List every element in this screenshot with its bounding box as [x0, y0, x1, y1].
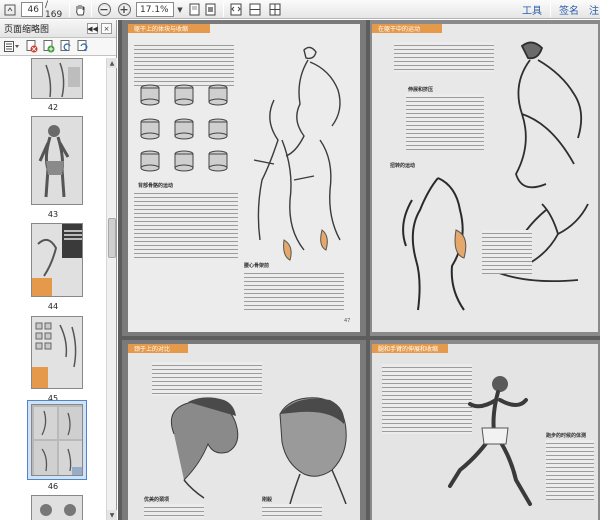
thumbnail-toolbar [0, 38, 116, 56]
head-sketch-right [279, 397, 347, 504]
runner-sketch [448, 376, 532, 506]
text-block [482, 230, 532, 274]
page-thumbnail-selected[interactable] [31, 404, 83, 476]
zoom-out-button[interactable]: − [97, 2, 111, 17]
fit-width-icon[interactable] [203, 2, 217, 17]
tools-menu[interactable]: 工具 [519, 2, 545, 17]
sign-menu[interactable]: 签名 [556, 2, 582, 17]
thumbnail-list: 42 43 44 45 46 [0, 58, 106, 520]
page-number: 47 [344, 318, 351, 324]
zoom-in-button[interactable]: + [117, 2, 131, 17]
thumbnail-panel: 页面缩略图 ◀◀ × 42 43 44 45 46 ▲ ▼ [0, 20, 117, 520]
toolbar-divider [550, 2, 551, 17]
page-thumbnail[interactable] [31, 223, 83, 297]
page-header-band: 在躯干中的运动 [372, 24, 442, 33]
close-panel-icon[interactable]: × [101, 23, 112, 34]
thumbnail-page-label: 43 [47, 210, 59, 219]
figure-caption: 优美的颈项 [144, 497, 170, 503]
page-header-band: 躯干上的体块与收缩 [128, 24, 210, 33]
page-thumbnail[interactable] [31, 58, 83, 99]
options-menu-icon[interactable] [3, 40, 21, 53]
text-block [394, 42, 494, 72]
toolbar-divider [69, 2, 70, 17]
page-photo-top-left: 躯干上的体块与收缩 背部骨骼的运动 腰心骨架前 47 [122, 20, 366, 336]
zoom-dropdown-arrow-icon[interactable]: ▼ [175, 2, 185, 17]
plus-icon: + [117, 3, 131, 16]
scroll-down-icon[interactable]: ▼ [107, 510, 117, 520]
figure-sketch [498, 41, 589, 283]
comment-menu[interactable]: 注 [589, 2, 600, 17]
figure-sketch [253, 46, 341, 261]
toolbar-divider [91, 2, 92, 17]
scrollbar-thumb[interactable] [108, 218, 116, 258]
thumbnail-page-label: 42 [47, 103, 59, 112]
grid-view-icon[interactable] [268, 2, 282, 17]
figure-caption: 腰心骨架前 [244, 263, 270, 269]
document-view[interactable]: 躯干上的体块与收缩 背部骨骼的运动 腰心骨架前 47 在躯干中的运动 伸展和挤压… [118, 20, 600, 520]
text-block [144, 504, 204, 518]
page-thumbnail[interactable] [31, 116, 83, 205]
cylinder-diagram [140, 84, 228, 172]
toolbar-divider [223, 2, 224, 17]
zoom-level-input[interactable]: 17.1% [136, 2, 174, 17]
rotate-cw-icon[interactable] [76, 40, 89, 53]
text-block [262, 504, 322, 518]
page-total-label: / 169 [45, 0, 63, 20]
main-toolbar: 46 / 169 − + 17.1% ▼ 工具 签名 注 [0, 0, 600, 20]
text-block [152, 362, 262, 396]
single-page-view-icon[interactable] [229, 2, 243, 17]
page-thumbnail[interactable] [31, 316, 83, 389]
page-photo-bottom-right: 腿和手臂的伸展和收缩 跑步的时候的体测 [370, 340, 600, 520]
collapse-panel-icon[interactable]: ◀◀ [87, 23, 98, 34]
page-header-band: 颈于上的对比 [128, 344, 188, 353]
section-heading: 背部骨骼的运动 [138, 183, 174, 189]
figure-caption: 刚毅 [262, 497, 273, 503]
thumbnail-page-label: 44 [47, 302, 59, 311]
page-photo-bottom-left: 颈于上的对比 优美的颈项 刚毅 [122, 340, 366, 520]
figure-caption: 跑步的时候的体测 [546, 433, 587, 439]
delete-page-icon[interactable] [25, 40, 38, 53]
rotate-ccw-icon[interactable] [59, 40, 72, 53]
section-heading: 伸展和挤压 [408, 87, 434, 93]
head-sketch-left [170, 397, 239, 499]
fit-page-icon[interactable] [187, 2, 201, 17]
thumbnail-scrollbar[interactable]: ▲ ▼ [106, 58, 117, 520]
figure-sketch [402, 177, 467, 311]
section-heading: 扭转的运动 [390, 163, 416, 169]
page-number-input[interactable]: 46 [21, 2, 43, 17]
minus-icon: − [97, 3, 111, 16]
page-nav-icon[interactable] [2, 2, 18, 17]
panel-title: 页面缩略图 [4, 25, 50, 35]
insert-page-icon[interactable] [42, 40, 55, 53]
panel-header: 页面缩略图 ◀◀ × [0, 20, 116, 38]
scroll-up-icon[interactable]: ▲ [107, 58, 117, 68]
hand-tool-icon[interactable] [73, 2, 87, 17]
text-block [134, 190, 238, 260]
page-thumbnail[interactable] [31, 495, 83, 520]
text-block [244, 270, 344, 310]
page-photo-top-right: 在躯干中的运动 伸展和挤压 扭转的运动 [370, 20, 600, 336]
text-block [546, 440, 594, 500]
thumbnail-page-label: 46 [47, 482, 59, 491]
page-header-band: 腿和手臂的伸展和收缩 [372, 344, 448, 353]
two-page-view-icon[interactable] [248, 2, 262, 17]
text-block [406, 94, 484, 150]
